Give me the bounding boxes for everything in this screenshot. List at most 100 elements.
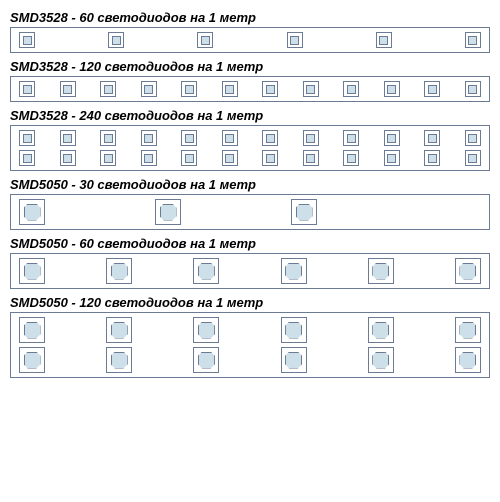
led-emitter-icon (379, 36, 388, 45)
section-label: SMD5050 - 120 светодиодов на 1 метр (10, 295, 490, 310)
led-emitter-icon (24, 352, 41, 369)
led-chip (424, 150, 440, 166)
led-emitter-icon (23, 134, 32, 143)
section-5: SMD5050 - 120 светодиодов на 1 метр (10, 295, 490, 378)
led-emitter-icon (24, 204, 41, 221)
led-emitter-icon (160, 204, 177, 221)
led-chip (19, 347, 45, 373)
led-chip (19, 258, 45, 284)
section-label: SMD5050 - 30 светодиодов на 1 метр (10, 177, 490, 192)
led-chip (60, 81, 76, 97)
led-chip (424, 81, 440, 97)
led-chip (108, 32, 124, 48)
led-emitter-icon (459, 352, 476, 369)
section-0: SMD3528 - 60 светодиодов на 1 метр (10, 10, 490, 53)
led-emitter-icon (372, 322, 389, 339)
led-emitter-icon (387, 134, 396, 143)
led-emitter-icon (104, 85, 113, 94)
led-strip (10, 194, 490, 230)
led-chip (368, 347, 394, 373)
led-chip (19, 32, 35, 48)
led-chip (343, 150, 359, 166)
led-emitter-icon (468, 134, 477, 143)
led-emitter-icon (290, 36, 299, 45)
led-emitter-icon (225, 85, 234, 94)
led-emitter-icon (185, 154, 194, 163)
led-emitter-icon (198, 263, 215, 280)
led-chip (155, 199, 181, 225)
led-chip (141, 130, 157, 146)
section-3: SMD5050 - 30 светодиодов на 1 метр (10, 177, 490, 230)
led-chip (19, 199, 45, 225)
led-emitter-icon (285, 352, 302, 369)
led-row (19, 317, 481, 343)
led-emitter-icon (459, 263, 476, 280)
led-chip (100, 130, 116, 146)
led-emitter-icon (104, 134, 113, 143)
led-emitter-icon (104, 154, 113, 163)
led-chip (181, 130, 197, 146)
led-emitter-icon (185, 85, 194, 94)
led-chip (281, 258, 307, 284)
led-chip (376, 32, 392, 48)
led-chip (19, 81, 35, 97)
led-chip (465, 130, 481, 146)
led-chip (60, 150, 76, 166)
led-emitter-icon (347, 154, 356, 163)
led-emitter-icon (372, 352, 389, 369)
section-2: SMD3528 - 240 светодиодов на 1 метр (10, 108, 490, 171)
led-emitter-icon (63, 85, 72, 94)
led-row (19, 199, 481, 225)
led-emitter-icon (225, 154, 234, 163)
led-emitter-icon (144, 154, 153, 163)
led-strip-diagram: SMD3528 - 60 светодиодов на 1 метр SMD352… (10, 10, 490, 378)
led-emitter-icon (63, 154, 72, 163)
led-emitter-icon (225, 134, 234, 143)
led-chip (455, 347, 481, 373)
led-chip (291, 199, 317, 225)
led-chip (281, 347, 307, 373)
led-chip (303, 81, 319, 97)
led-chip (455, 258, 481, 284)
section-1: SMD3528 - 120 светодиодов на 1 метр (10, 59, 490, 102)
led-chip (455, 317, 481, 343)
led-chip (181, 150, 197, 166)
led-chip (465, 81, 481, 97)
led-emitter-icon (111, 352, 128, 369)
led-chip (100, 150, 116, 166)
led-emitter-icon (428, 134, 437, 143)
led-emitter-icon (285, 263, 302, 280)
led-emitter-icon (111, 263, 128, 280)
section-4: SMD5050 - 60 светодиодов на 1 метр (10, 236, 490, 289)
led-chip (262, 150, 278, 166)
led-emitter-icon (428, 85, 437, 94)
led-emitter-icon (112, 36, 121, 45)
led-emitter-icon (285, 322, 302, 339)
led-chip (384, 130, 400, 146)
led-chip (424, 130, 440, 146)
section-label: SMD5050 - 60 светодиодов на 1 метр (10, 236, 490, 251)
led-chip (106, 258, 132, 284)
led-chip (222, 130, 238, 146)
led-chip (368, 258, 394, 284)
led-chip (343, 130, 359, 146)
led-chip (141, 150, 157, 166)
led-chip (368, 317, 394, 343)
section-label: SMD3528 - 240 светодиодов на 1 метр (10, 108, 490, 123)
led-strip (10, 76, 490, 102)
led-row (19, 347, 481, 373)
led-chip (19, 317, 45, 343)
section-label: SMD3528 - 60 светодиодов на 1 метр (10, 10, 490, 25)
led-emitter-icon (387, 154, 396, 163)
led-emitter-icon (306, 154, 315, 163)
led-emitter-icon (347, 134, 356, 143)
led-chip (141, 81, 157, 97)
led-emitter-icon (468, 36, 477, 45)
led-emitter-icon (144, 134, 153, 143)
led-chip (303, 150, 319, 166)
led-emitter-icon (459, 322, 476, 339)
led-chip (181, 81, 197, 97)
led-emitter-icon (347, 85, 356, 94)
led-emitter-icon (306, 85, 315, 94)
led-emitter-icon (306, 134, 315, 143)
